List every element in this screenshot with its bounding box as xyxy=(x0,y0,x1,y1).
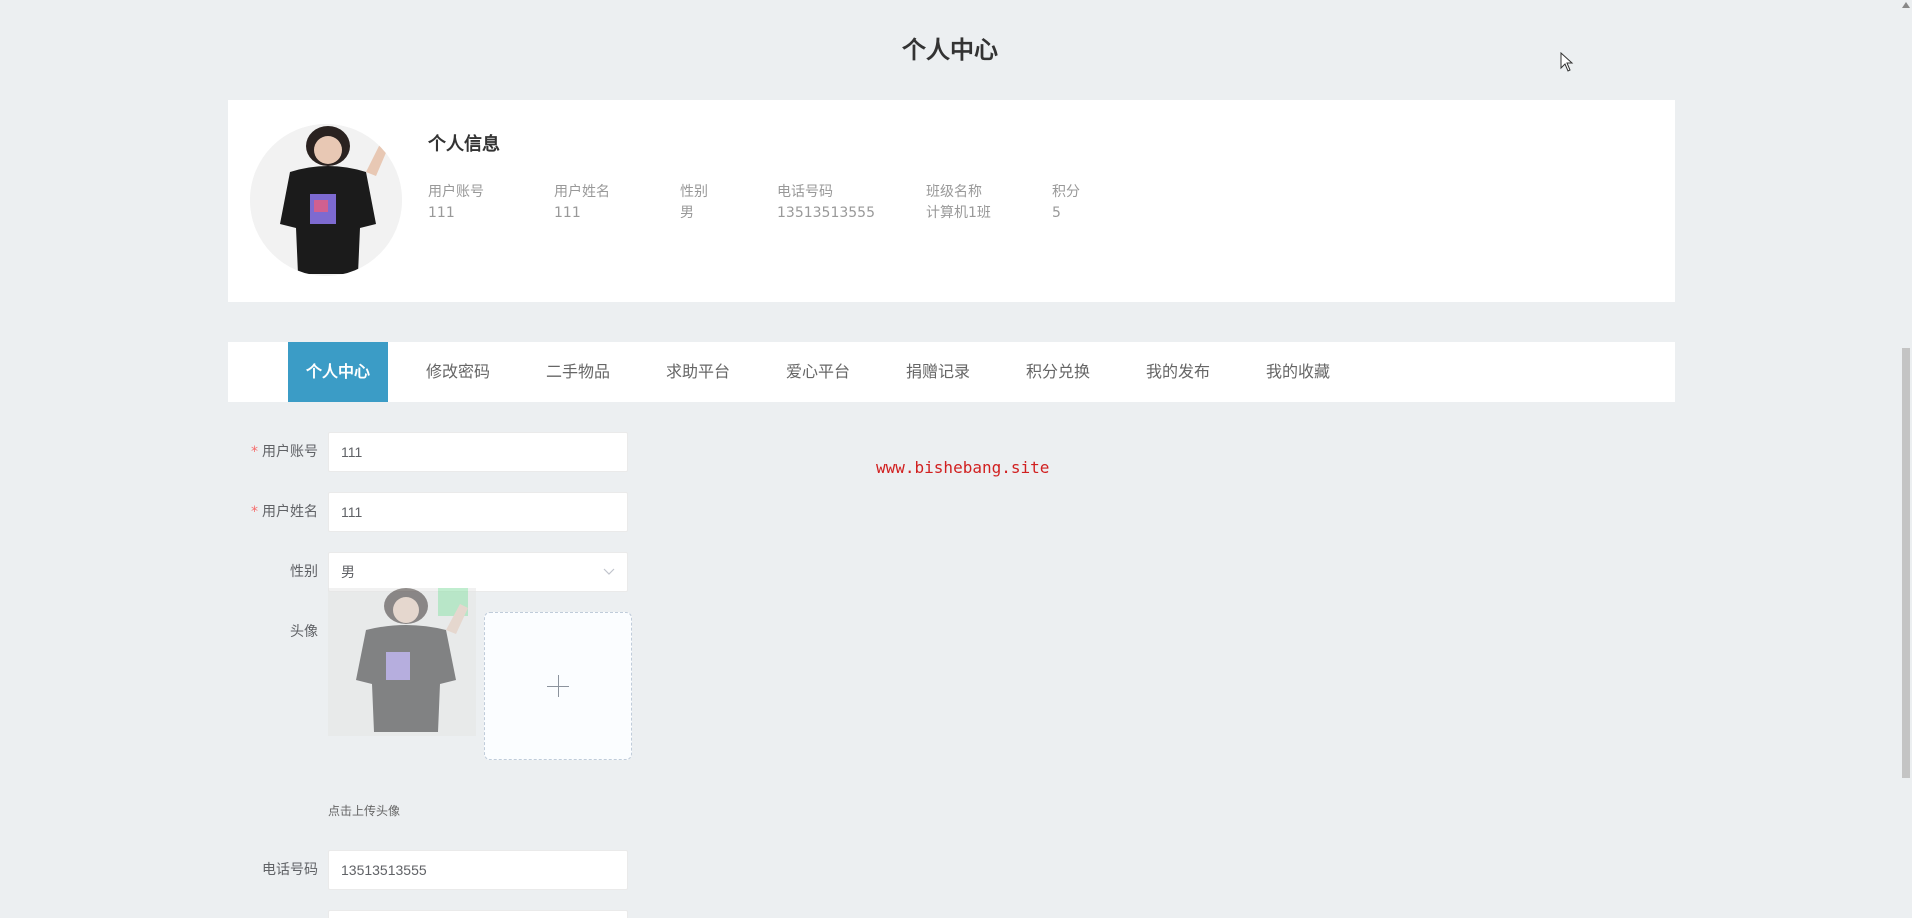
tab-my-posts[interactable]: 我的发布 xyxy=(1128,342,1228,402)
avatar-label: 头像 xyxy=(290,624,318,640)
field-value: 计算机1班 xyxy=(926,205,991,221)
next-input[interactable] xyxy=(328,910,628,918)
scrollbar-thumb[interactable] xyxy=(1902,348,1910,778)
tab-points-exchange[interactable]: 积分兑换 xyxy=(1008,342,1108,402)
profile-section-title: 个人信息 xyxy=(428,134,500,155)
plus-icon-vertical xyxy=(558,675,559,697)
avatar-preview-image[interactable] xyxy=(328,588,476,736)
phone-input[interactable]: 13513513555 xyxy=(328,850,628,890)
field-label: 积分 xyxy=(1052,184,1080,200)
field-value: 13513513555 xyxy=(777,205,875,221)
page: 个人中心 个人信息 用户账号 111 用户姓名 111 性别 男 电话号码 13… xyxy=(0,0,1912,918)
tab-charity-platform[interactable]: 爱心平台 xyxy=(768,342,868,402)
gender-select-value: 男 xyxy=(341,564,355,580)
upload-tip: 点击上传头像 xyxy=(328,804,401,818)
tab-second-hand[interactable]: 二手物品 xyxy=(528,342,628,402)
profile-field-class: 班级名称 计算机1班 xyxy=(926,182,991,224)
mouse-cursor-icon xyxy=(1560,52,1574,72)
tab-my-favorites[interactable]: 我的收藏 xyxy=(1248,342,1348,402)
name-label: * 用户姓名 xyxy=(228,492,318,532)
name-input[interactable]: 111 xyxy=(328,492,628,532)
profile-field-phone: 电话号码 13513513555 xyxy=(777,182,875,224)
tab-help-platform[interactable]: 求助平台 xyxy=(648,342,748,402)
field-label: 用户姓名 xyxy=(554,184,610,200)
tab-bar: 个人中心 修改密码 二手物品 求助平台 爱心平台 捐赠记录 积分兑换 我的发布 … xyxy=(228,342,1675,402)
field-label: 用户账号 xyxy=(428,184,484,200)
field-label: 性别 xyxy=(680,184,708,200)
gender-label: 性别 xyxy=(290,564,318,580)
account-label-text: 用户账号 xyxy=(262,444,318,460)
required-mark: * xyxy=(251,444,258,460)
chevron-down-icon xyxy=(603,568,615,575)
watermark: www.bishebang.site xyxy=(876,458,1050,477)
profile-field-name: 用户姓名 111 xyxy=(554,182,610,224)
field-value: 5 xyxy=(1052,205,1061,221)
scroll-up-icon[interactable] xyxy=(1902,2,1910,8)
page-title: 个人中心 xyxy=(902,36,998,64)
tab-donation-records[interactable]: 捐赠记录 xyxy=(888,342,988,402)
phone-label: 电话号码 xyxy=(262,862,318,878)
gender-select[interactable]: 男 xyxy=(328,552,628,592)
avatar-photo-icon xyxy=(250,124,402,276)
profile-field-points: 积分 5 xyxy=(1052,182,1080,224)
tab-change-password[interactable]: 修改密码 xyxy=(408,342,508,402)
account-label: * 用户账号 xyxy=(228,432,318,472)
field-value: 男 xyxy=(680,205,694,221)
required-mark: * xyxy=(251,504,258,520)
tab-personal-center[interactable]: 个人中心 xyxy=(288,342,388,402)
account-input[interactable]: 111 xyxy=(328,432,628,472)
field-label: 电话号码 xyxy=(777,184,833,200)
field-value: 111 xyxy=(554,205,581,221)
profile-card: 个人信息 用户账号 111 用户姓名 111 性别 男 电话号码 1351351… xyxy=(228,100,1675,302)
avatar-upload-button[interactable] xyxy=(484,612,632,760)
profile-avatar xyxy=(250,124,402,276)
field-label: 班级名称 xyxy=(926,184,982,200)
name-label-text: 用户姓名 xyxy=(262,504,318,520)
field-value: 111 xyxy=(428,205,455,221)
scrollbar[interactable] xyxy=(1900,0,1912,918)
profile-field-account: 用户账号 111 xyxy=(428,182,484,224)
profile-field-gender: 性别 男 xyxy=(680,182,708,224)
